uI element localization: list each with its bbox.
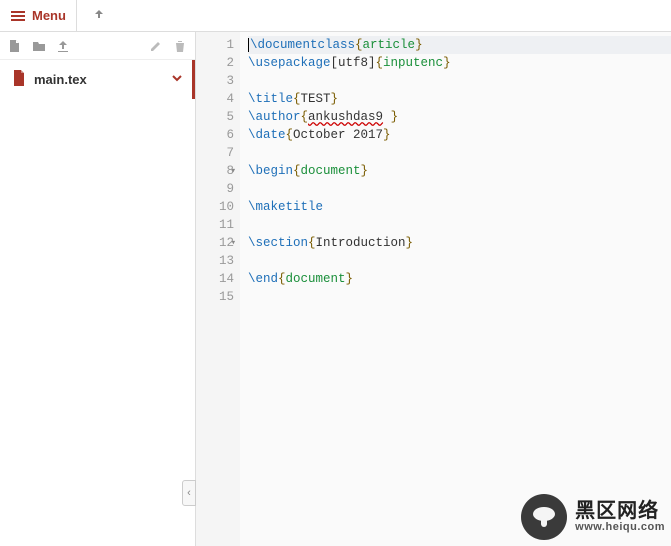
code-line[interactable]: \end{document} bbox=[248, 270, 671, 288]
line-number: 4 bbox=[196, 90, 234, 108]
upload-icon[interactable] bbox=[56, 39, 70, 53]
hamburger-icon bbox=[10, 8, 26, 24]
line-number: 8 bbox=[196, 162, 234, 180]
code-line[interactable] bbox=[248, 72, 671, 90]
sidebar-collapse-handle[interactable]: ‹ bbox=[182, 480, 196, 506]
code-line[interactable]: \section{Introduction} bbox=[248, 234, 671, 252]
line-number: 12 bbox=[196, 234, 234, 252]
file-sidebar: main.tex ‹ bbox=[0, 32, 196, 546]
file-item-main-tex[interactable]: main.tex bbox=[0, 60, 195, 99]
line-number: 3 bbox=[196, 72, 234, 90]
line-number: 1 bbox=[196, 36, 234, 54]
line-number: 5 bbox=[196, 108, 234, 126]
code-editor[interactable]: 123456789101112131415 \documentclass{art… bbox=[196, 32, 671, 546]
code-line[interactable] bbox=[248, 288, 671, 306]
code-line[interactable]: \title{TEST} bbox=[248, 90, 671, 108]
code-line[interactable]: \date{October 2017} bbox=[248, 126, 671, 144]
line-number: 14 bbox=[196, 270, 234, 288]
line-number: 9 bbox=[196, 180, 234, 198]
menu-label: Menu bbox=[32, 8, 66, 23]
new-file-icon[interactable] bbox=[8, 39, 22, 53]
divider bbox=[76, 0, 77, 31]
line-number: 2 bbox=[196, 54, 234, 72]
code-line[interactable] bbox=[248, 252, 671, 270]
line-number: 6 bbox=[196, 126, 234, 144]
arrow-up-icon bbox=[93, 8, 105, 20]
code-line[interactable]: \begin{document} bbox=[248, 162, 671, 180]
main-area: main.tex ‹ 123456789101112131415 \docume… bbox=[0, 32, 671, 546]
code-line[interactable] bbox=[248, 216, 671, 234]
line-number: 10 bbox=[196, 198, 234, 216]
code-line[interactable]: \documentclass{article} bbox=[248, 36, 671, 54]
line-gutter: 123456789101112131415 bbox=[196, 32, 240, 546]
file-icon bbox=[12, 70, 26, 89]
up-button[interactable] bbox=[85, 8, 113, 23]
code-line[interactable]: \maketitle bbox=[248, 198, 671, 216]
new-folder-icon[interactable] bbox=[32, 39, 46, 53]
trash-icon[interactable] bbox=[173, 39, 187, 53]
sidebar-toolbar bbox=[0, 32, 195, 60]
line-number: 7 bbox=[196, 144, 234, 162]
menu-button[interactable]: Menu bbox=[0, 0, 76, 31]
text-cursor bbox=[248, 38, 249, 52]
top-bar: Menu bbox=[0, 0, 671, 32]
line-number: 15 bbox=[196, 288, 234, 306]
code-area[interactable]: \documentclass{article}\usepackage[utf8]… bbox=[240, 32, 671, 546]
file-name-label: main.tex bbox=[34, 72, 163, 87]
code-line[interactable]: \usepackage[utf8]{inputenc} bbox=[248, 54, 671, 72]
code-line[interactable] bbox=[248, 144, 671, 162]
code-line[interactable]: \author{ankushdas9 } bbox=[248, 108, 671, 126]
line-number: 11 bbox=[196, 216, 234, 234]
edit-icon[interactable] bbox=[149, 39, 163, 53]
chevron-down-icon[interactable] bbox=[171, 72, 183, 87]
code-line[interactable] bbox=[248, 180, 671, 198]
line-number: 13 bbox=[196, 252, 234, 270]
